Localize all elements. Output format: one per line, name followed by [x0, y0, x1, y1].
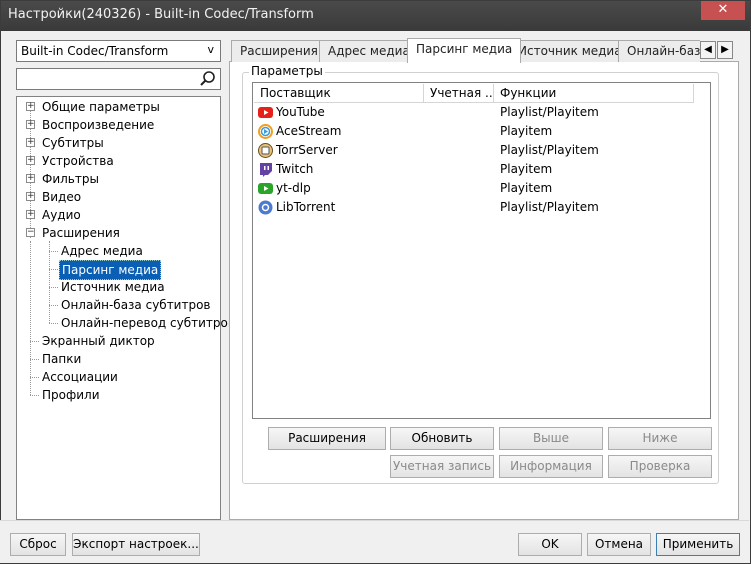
expand-icon[interactable]: + [26, 120, 35, 129]
tree-connector [49, 241, 50, 323]
provider-functions: Playlist/Playitem [500, 105, 599, 119]
tree-item-label: Воспроизведение [42, 118, 155, 132]
tree-item-label: Онлайн-перевод субтитров [61, 316, 235, 330]
apply-button[interactable]: Применить [656, 533, 740, 556]
expand-icon[interactable]: + [26, 210, 35, 219]
tree-connector [49, 269, 58, 270]
search-button[interactable] [198, 70, 218, 88]
expand-icon[interactable]: + [26, 192, 35, 201]
tree-connector [49, 287, 58, 288]
tab-media-source[interactable]: Источник медиа [509, 40, 631, 62]
codec-profile-value: Built-in Codec/Transform [21, 44, 169, 58]
info-button[interactable]: Информация [499, 455, 603, 478]
close-icon: ✕ [717, 2, 729, 17]
move-up-button[interactable]: Выше [499, 427, 603, 450]
tree-item-label: Ассоциации [42, 370, 118, 384]
column-header-account[interactable]: Учетная ... [424, 84, 494, 103]
provider-functions: Playitem [500, 181, 553, 195]
tree-item-label: Экранный диктор [42, 334, 155, 348]
arrow-right-icon: ▶ [721, 44, 729, 55]
reset-button[interactable]: Сброс [10, 533, 66, 556]
tab-scroll-left[interactable]: ◀ [700, 41, 716, 59]
tree-item-label: Общие параметры [42, 100, 160, 114]
tree-item-label: Онлайн-база субтитров [61, 298, 211, 312]
export-settings-button[interactable]: Экспорт настроек... [72, 533, 200, 556]
provider-name: yt-dlp [276, 181, 311, 195]
libtorrent-icon [258, 200, 273, 215]
provider-name: YouTube [276, 105, 325, 119]
arrow-left-icon: ◀ [704, 44, 712, 55]
tree-connector [49, 251, 58, 252]
tree-connector [30, 359, 39, 360]
tree-item-label-selected: Парсинг медиа [59, 260, 162, 280]
tree-connector [30, 341, 39, 342]
tree-item-label: Профили [42, 388, 100, 402]
tree-connector [49, 305, 58, 306]
tree-item-label: Устройства [42, 154, 114, 168]
twitch-icon [260, 163, 272, 177]
youtube-icon [258, 107, 273, 118]
tree-item-label: Видео [42, 190, 82, 204]
tree-item-label: Расширения [42, 226, 120, 240]
ok-button[interactable]: OK [518, 533, 582, 556]
window-title: Настройки(240326) - Built-in Codec/Trans… [8, 7, 314, 22]
move-down-button[interactable]: Ниже [608, 427, 712, 450]
provider-functions: Playitem [500, 124, 553, 138]
expand-icon[interactable]: + [26, 174, 35, 183]
settings-search-input[interactable] [16, 68, 221, 90]
tree-connector [30, 377, 39, 378]
tab-media-address[interactable]: Адрес медиа [319, 40, 419, 62]
tree-item-label: Фильтры [42, 172, 99, 186]
account-button[interactable]: Учетная запись [390, 455, 494, 478]
tab-online-db[interactable]: Онлайн-база [618, 40, 700, 62]
expand-icon[interactable]: + [26, 138, 35, 147]
tab-scroll-right[interactable]: ▶ [717, 41, 733, 59]
acestream-icon [258, 124, 273, 139]
tree-item-label: Адрес медиа [61, 244, 143, 258]
ytdlp-icon [258, 183, 273, 194]
tree-item-label: Папки [42, 352, 82, 366]
provider-name: AceStream [276, 124, 342, 138]
provider-functions: Playitem [500, 162, 553, 176]
chevron-down-icon: v [207, 43, 214, 56]
cancel-button[interactable]: Отмена [587, 533, 651, 556]
update-button[interactable]: Обновить [390, 427, 494, 450]
expand-icon[interactable]: + [26, 156, 35, 165]
collapse-icon[interactable]: − [26, 228, 35, 237]
search-icon [200, 71, 215, 86]
title-bar: Настройки(240326) - Built-in Codec/Trans… [1, 1, 750, 31]
extensions-button[interactable]: Расширения [268, 427, 386, 450]
column-header-provider[interactable]: Поставщик [254, 84, 424, 103]
close-button[interactable]: ✕ [701, 1, 745, 20]
torrserver-icon [258, 143, 273, 158]
provider-name: TorrServer [276, 143, 338, 157]
tree-connector [30, 395, 39, 396]
tree-item-label: Источник медиа [61, 280, 165, 294]
tree-item-label: Субтитры [42, 136, 104, 150]
group-legend: Параметры [249, 64, 325, 78]
tree-connector [49, 323, 58, 324]
codec-profile-select[interactable]: Built-in Codec/Transform v [16, 40, 221, 62]
expand-icon[interactable]: + [26, 102, 35, 111]
provider-functions: Playlist/Playitem [500, 143, 599, 157]
provider-name: LibTorrent [276, 200, 336, 214]
column-header-functions[interactable]: Функции [494, 84, 694, 103]
provider-functions: Playlist/Playitem [500, 200, 599, 214]
tree-item-label: Аудио [42, 208, 81, 222]
tab-extensions[interactable]: Расширения [231, 40, 327, 62]
tab-media-parsing[interactable]: Парсинг медиа [407, 38, 522, 63]
check-button[interactable]: Проверка [608, 455, 712, 478]
provider-name: Twitch [276, 162, 314, 176]
tree-connector [30, 241, 31, 395]
